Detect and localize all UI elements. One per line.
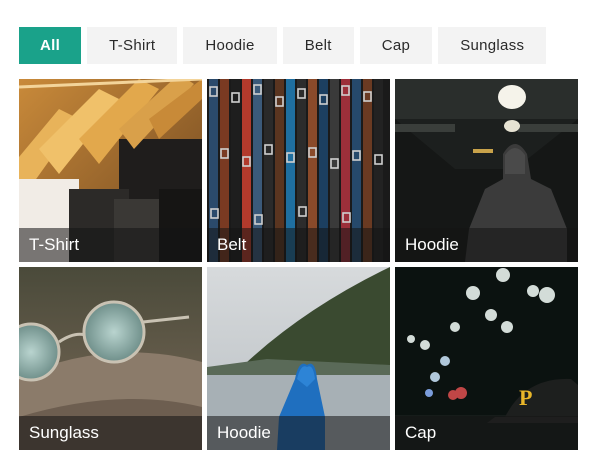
filter-belt-button[interactable]: Belt — [282, 27, 354, 64]
filter-bar: All T-Shirt Hoodie Belt Cap Sunglass — [19, 27, 547, 64]
gallery-item-tshirt[interactable]: T-Shirt — [19, 79, 202, 262]
gallery-item-belt[interactable]: Belt — [207, 79, 390, 262]
gallery-item-cap[interactable]: P Cap — [395, 267, 578, 450]
gallery-caption: Hoodie — [395, 228, 578, 262]
gallery-caption: Cap — [395, 416, 578, 450]
gallery-item-hoodie-2[interactable]: Hoodie — [207, 267, 390, 450]
filter-cap-button[interactable]: Cap — [359, 27, 433, 64]
filter-tshirt-button[interactable]: T-Shirt — [87, 27, 178, 64]
gallery-caption: Belt — [207, 228, 390, 262]
filter-hoodie-button[interactable]: Hoodie — [183, 27, 277, 64]
gallery-caption: Sunglass — [19, 416, 202, 450]
filter-all-button[interactable]: All — [19, 27, 82, 64]
svg-text:P: P — [519, 385, 532, 410]
gallery-caption: T-Shirt — [19, 228, 202, 262]
filter-sunglass-button[interactable]: Sunglass — [438, 27, 547, 64]
gallery-item-hoodie[interactable]: Hoodie — [395, 79, 578, 262]
gallery-item-sunglass[interactable]: Sunglass — [19, 267, 202, 450]
gallery-caption: Hoodie — [207, 416, 390, 450]
product-gallery: T-Shirt Belt Hoodie Sunglass Hoodie P Ca… — [19, 79, 578, 450]
